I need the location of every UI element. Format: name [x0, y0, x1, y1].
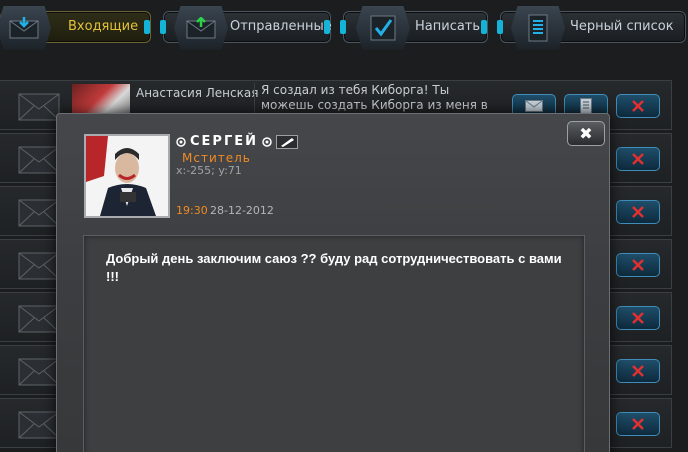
message-date: 28-12-2012 [210, 204, 274, 217]
tab-cap [497, 20, 503, 34]
close-icon [632, 153, 644, 165]
delete-button[interactable] [616, 94, 660, 118]
list-icon [580, 98, 592, 114]
message-body-panel: Добрый день заключим саюз ?? буду рад со… [83, 235, 585, 452]
close-icon [632, 100, 644, 112]
delete-button[interactable] [616, 412, 660, 436]
tab-cap [324, 20, 330, 34]
envelope-icon [18, 358, 60, 390]
tab-cap [160, 20, 166, 34]
tab-cap [144, 20, 150, 34]
envelope-icon [18, 93, 60, 125]
sender-coordinates[interactable]: x:-255; y:71 [176, 164, 242, 177]
tab-blacklist[interactable]: Черный список [497, 6, 686, 50]
tab-cap [481, 20, 487, 34]
envelope-icon [18, 146, 60, 178]
delete-button[interactable] [616, 147, 660, 171]
sender-name[interactable]: СЕРГЕЙ [190, 134, 258, 149]
message-body: Добрый день заключим саюз ?? буду рад со… [106, 251, 562, 284]
delete-button[interactable] [616, 359, 660, 383]
sender-rank-title: Мститель [182, 151, 251, 165]
rank-icon [176, 136, 186, 147]
message-sender: Анастасия Ленская [136, 86, 259, 100]
close-icon [632, 206, 644, 218]
tab-compose[interactable]: Написать [340, 6, 488, 50]
close-icon [632, 418, 644, 430]
tab-sent[interactable]: Отправленные [160, 6, 332, 50]
envelope-icon [18, 411, 60, 443]
message-dialog: ✖ СЕРГЕЙ Мститель x:-255; y:71 19:30 28-… [56, 113, 610, 452]
envelope-icon [18, 252, 60, 284]
pencil-icon[interactable] [276, 134, 298, 149]
delete-button[interactable] [616, 253, 660, 277]
envelope-small-icon [525, 100, 543, 112]
tab-inbox-label: Входящие [68, 19, 139, 34]
delete-button[interactable] [616, 200, 660, 224]
inbox-icon [0, 6, 51, 50]
close-icon [632, 312, 644, 324]
outbox-icon [174, 6, 228, 50]
sender-line: СЕРГЕЙ [176, 134, 298, 149]
delete-button[interactable] [616, 306, 660, 330]
tab-sent-label: Отправленные [230, 19, 332, 34]
envelope-icon [18, 199, 60, 231]
close-dialog-button[interactable]: ✖ [567, 121, 605, 146]
close-icon [632, 365, 644, 377]
blacklist-icon [511, 6, 565, 50]
tab-inbox[interactable]: Входящие [0, 6, 151, 50]
mail-tab-bar: Входящие Отправленные Написать Черный сп… [0, 0, 688, 56]
message-time: 19:30 [176, 204, 208, 217]
tab-compose-label: Написать [415, 19, 481, 34]
envelope-icon [18, 305, 60, 337]
compose-icon [356, 6, 410, 50]
tab-blacklist-label: Черный список [570, 19, 674, 34]
tab-cap [340, 20, 346, 34]
sender-portrait [84, 134, 170, 218]
close-icon [632, 259, 644, 271]
rank-icon [262, 136, 272, 147]
